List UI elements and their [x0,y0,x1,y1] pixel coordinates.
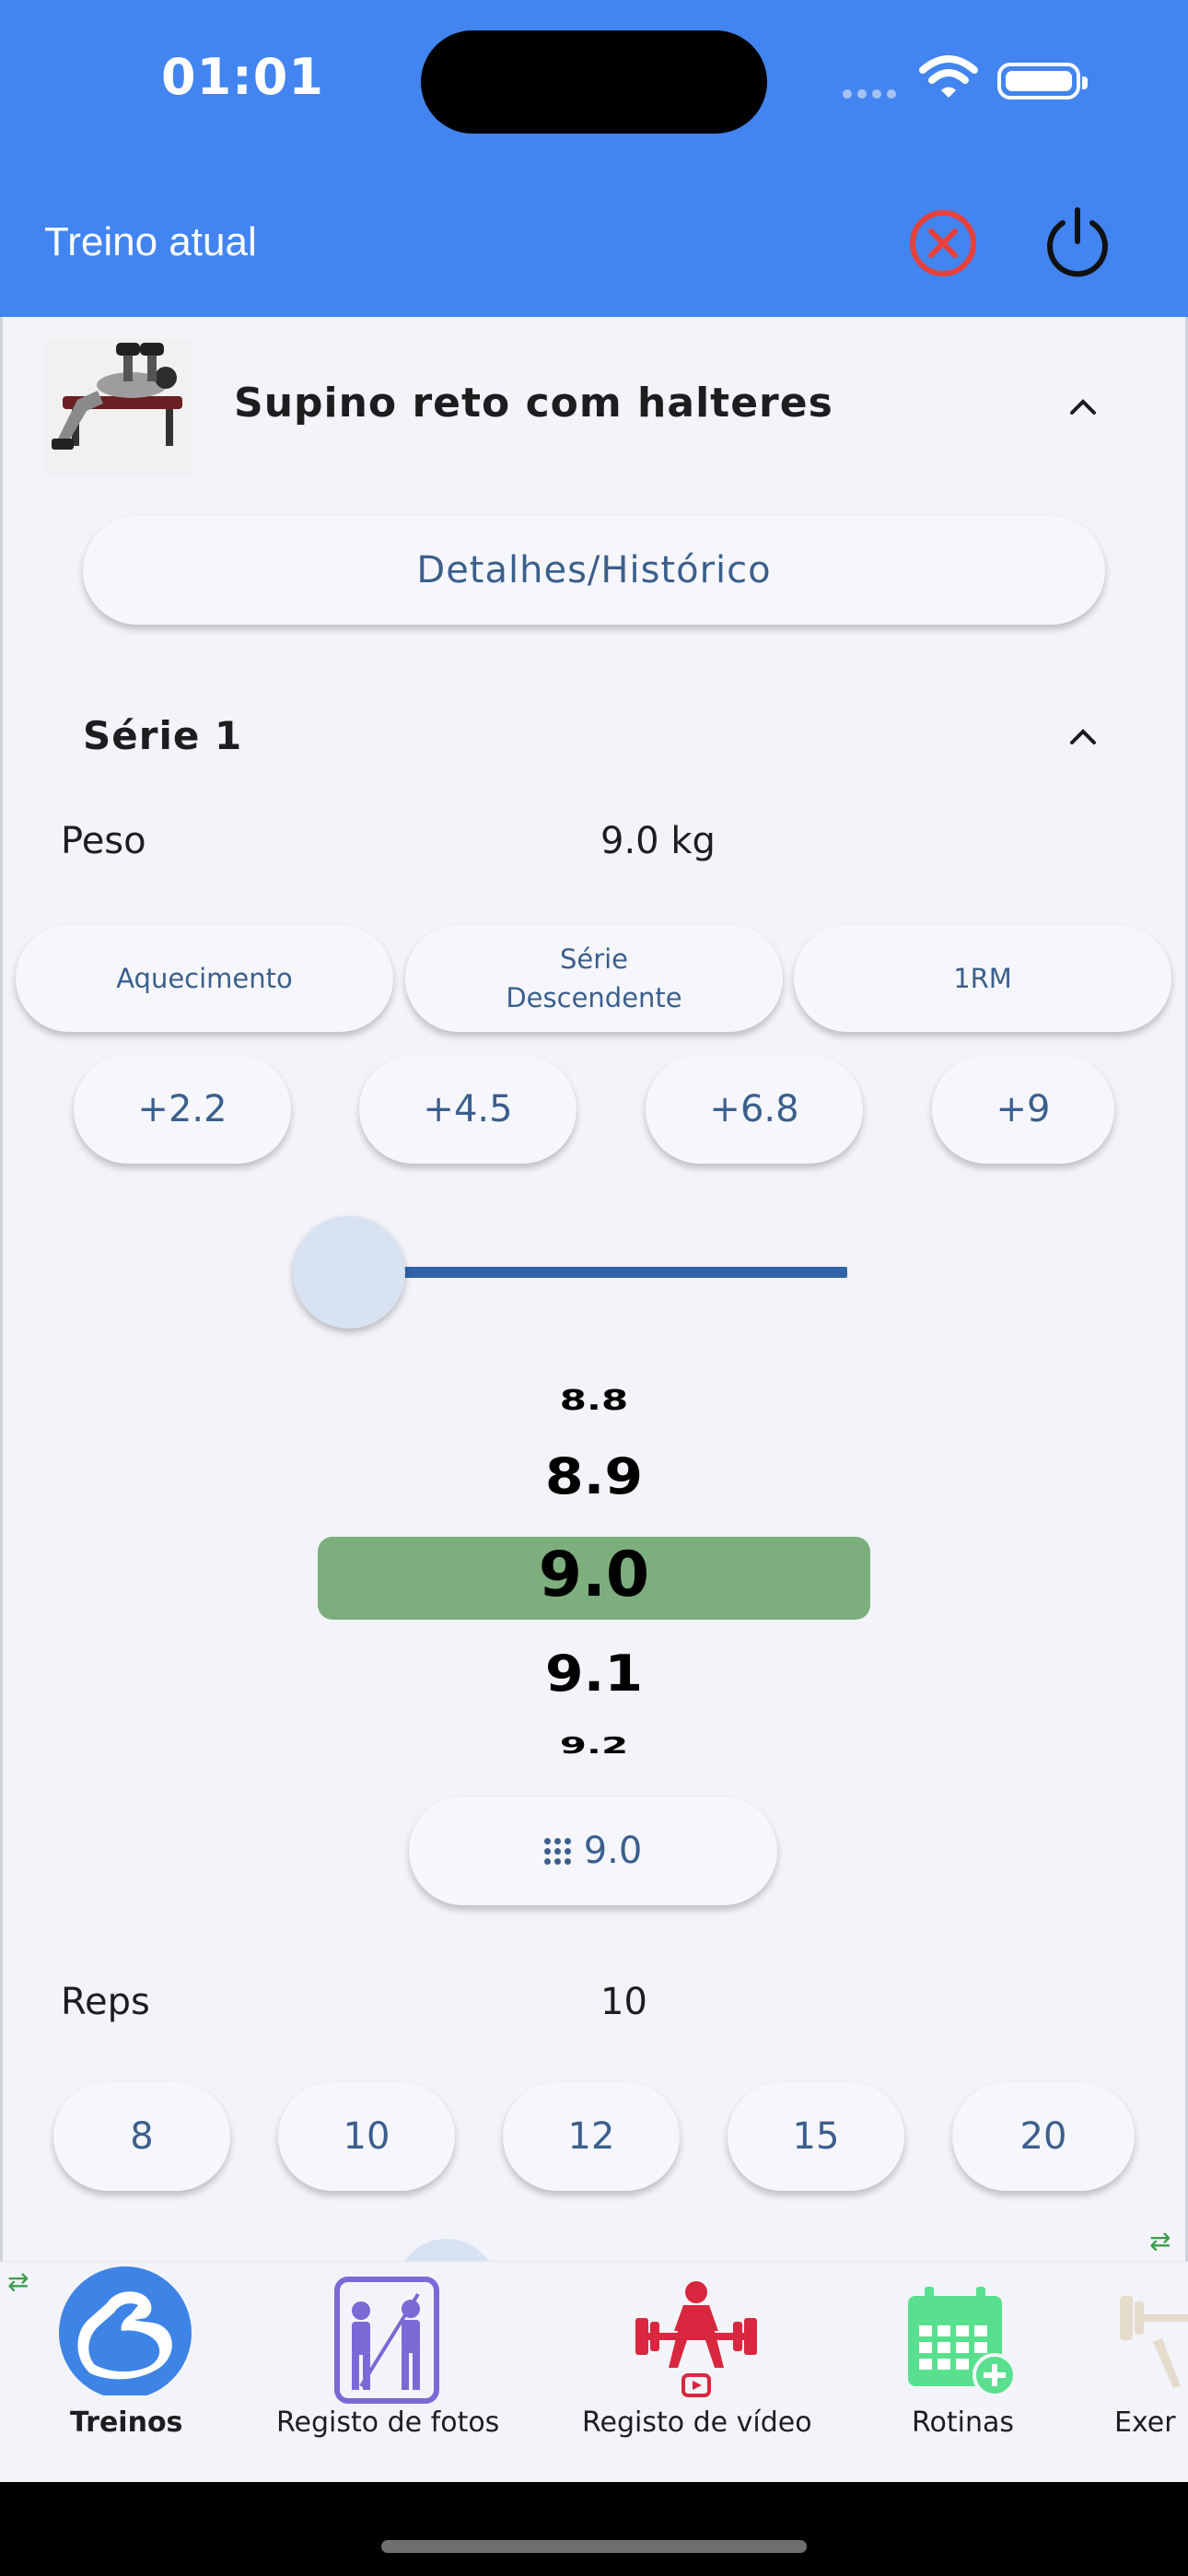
nav-item-video-log[interactable]: Registo de vídeo [582,2406,812,2439]
home-indicator-area [0,2482,1188,2576]
weightlifter-video-icon[interactable] [632,2279,761,2399]
drop-set-label-line2: Descendente [506,982,682,1013]
picker-option[interactable]: 9.2 [0,1732,1188,1759]
cancel-workout-button[interactable] [906,206,980,280]
reps-option-button[interactable]: 8 [53,2082,230,2191]
picker-option[interactable]: 8.8 [0,1384,1188,1416]
cellular-signal-icon [843,85,902,102]
weight-label: Peso [61,820,146,862]
drop-set-label-line1: Série [559,943,629,975]
increment-button[interactable]: +6.8 [646,1055,863,1164]
one-rep-max-button[interactable]: 1RM [794,925,1171,1032]
warmup-set-button[interactable]: Aquecimento [16,925,393,1032]
picker-option[interactable]: 9.1 [0,1645,1188,1704]
scroll-left-arrows-icon[interactable]: ⇄ [7,2266,29,2297]
scroll-right-arrows-icon[interactable]: ⇄ [1149,2226,1171,2256]
details-history-button[interactable]: Detalhes/Histórico [83,516,1105,625]
exercise-thumbnail[interactable] [44,339,192,475]
page-title: Treino atual [44,219,257,264]
reps-option-button[interactable]: 12 [503,2082,680,2191]
weight-value: 9.0 kg [600,820,716,862]
dumbbell-icon[interactable] [1116,2277,1188,2397]
keypad-icon [543,1837,571,1865]
set-title: Série 1 [83,713,243,758]
wifi-icon [919,55,978,98]
reps-option-button[interactable]: 20 [952,2082,1135,2191]
dynamic-island [421,30,767,134]
picker-option[interactable]: 8.9 [0,1448,1188,1506]
increment-button[interactable]: +9 [932,1055,1114,1164]
increment-button[interactable]: +4.5 [359,1055,577,1164]
nav-item-exercises[interactable]: Exer [1114,2406,1176,2439]
increment-button[interactable]: +2.2 [74,1055,291,1164]
finish-workout-button[interactable] [1041,205,1114,280]
biceps-icon[interactable] [53,2265,197,2395]
nav-item-routines[interactable]: Rotinas [912,2406,1014,2439]
card-border-left [0,317,3,2261]
reps-value: 10 [600,1981,647,2023]
collapse-exercise-chevron-up-icon[interactable] [1067,391,1099,422]
weight-slider-thumb[interactable] [293,1216,405,1329]
keypad-input-button[interactable]: 9.0 [409,1797,777,1905]
nav-item-treinos[interactable]: Treinos [70,2406,182,2439]
nav-item-photo-log[interactable]: Registo de fotos [276,2406,499,2439]
reps-option-button[interactable]: 15 [728,2082,904,2191]
reps-label: Reps [61,1981,150,2023]
calendar-icon[interactable] [904,2283,1020,2399]
status-time: 01:01 [161,48,324,106]
battery-icon [997,63,1088,100]
weight-slider-track[interactable] [378,1267,847,1278]
exercise-name: Supino reto com halteres [234,380,833,427]
drop-set-button[interactable]: Série Descendente [405,925,783,1032]
reps-option-button[interactable]: 10 [278,2082,455,2191]
collapse-set-chevron-up-icon[interactable] [1067,720,1099,752]
photo-log-icon[interactable] [333,2276,440,2405]
picker-option-selected[interactable]: 9.0 [0,1539,1188,1611]
home-indicator[interactable] [381,2540,807,2553]
keypad-value: 9.0 [583,1830,643,1872]
